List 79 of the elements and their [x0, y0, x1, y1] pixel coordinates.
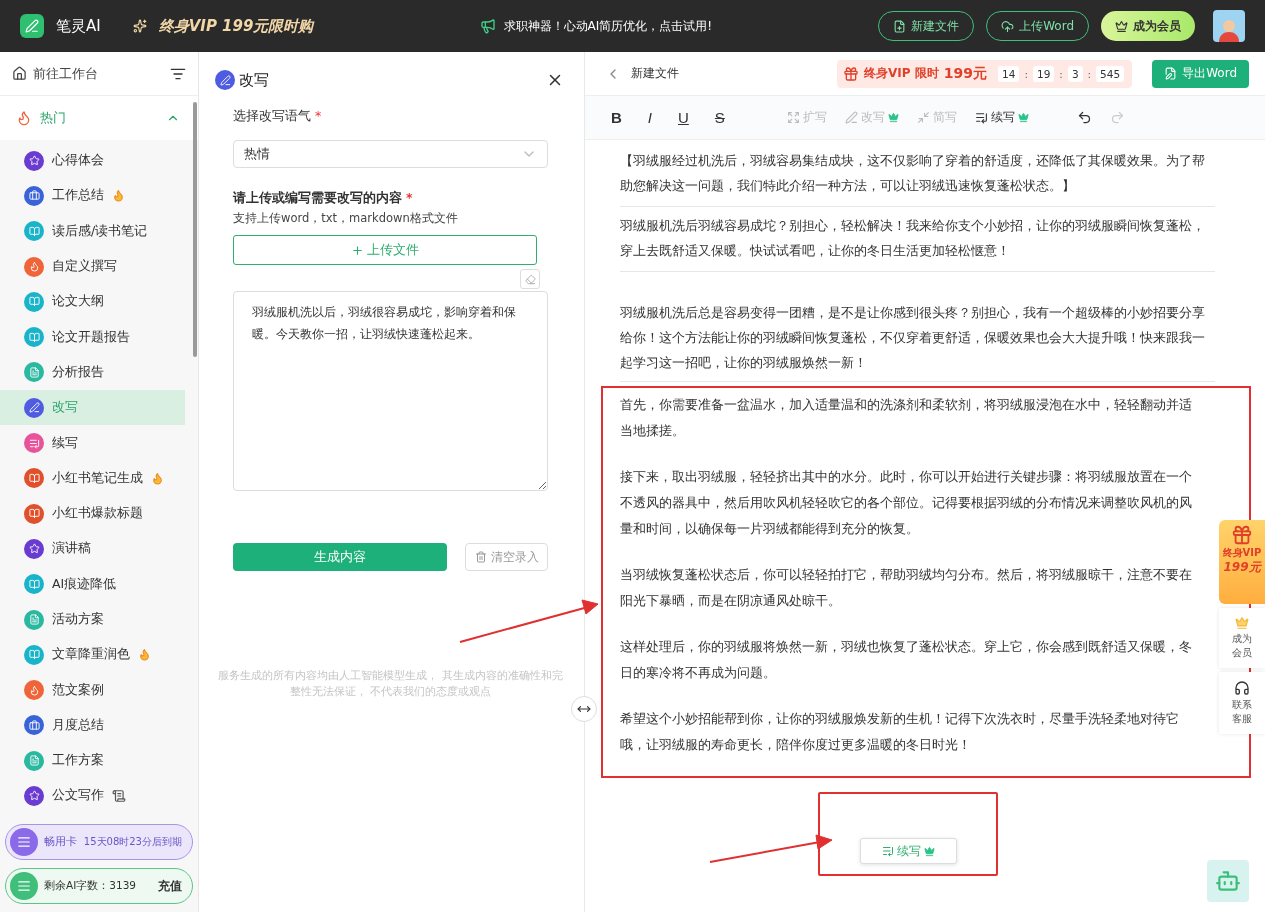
- sidebar-item[interactable]: 工作总结: [0, 178, 185, 214]
- home-icon: [12, 66, 27, 81]
- sidebar-item[interactable]: 文章降重润色: [0, 637, 185, 673]
- undo-button[interactable]: [1076, 110, 1092, 125]
- sidebar-item[interactable]: 续写: [0, 425, 185, 461]
- shrink-icon: [916, 111, 930, 124]
- list-icon: [881, 845, 894, 857]
- field-label: 选择改写语气 *: [233, 108, 323, 125]
- paragraph: 羽绒服机洗后羽绒容易成坨？别担心，轻松解决！我来给你支个小妙招，让你的羽绒服瞬间恢复蓬松，穿上去既舒适又保暖。快试试看吧，让你的冬日生活更加轻松惬意！: [620, 207, 1215, 272]
- crown-icon: [1235, 616, 1249, 630]
- promo-banner[interactable]: 终身VIP 199元限时购: [158, 16, 314, 36]
- sidebar-item[interactable]: 论文大纲: [0, 284, 185, 320]
- notice-link[interactable]: 求职神器！心动AI简历优化，点击试用!: [503, 17, 713, 35]
- membership-button[interactable]: 成为会员: [1101, 11, 1195, 41]
- eraser-icon[interactable]: [520, 269, 540, 289]
- paragraph: 【羽绒服经过机洗后，羽绒容易集结成块，这不仅影响了穿着的舒适度，还降低了其保暖效果。为了帮助您解决这一问题，我们特此介绍一种方法，可以让羽绒迅速恢复蓬松状态。】: [620, 142, 1215, 207]
- sidebar-item[interactable]: 小红书爆款标题: [0, 495, 185, 532]
- paragraph: 羽绒服机洗后总是容易变得一团糟，是不是让你感到很头疼？别担心，我有一个超级棒的小妙招要分享给你！这个方法能让你的羽绒瞬间恢复蓬松，不仅穿着更舒适，保暖效果也会大大提升哦！快来跟我一起学习这一招吧，让你的羽绒服焕然一新！: [620, 272, 1215, 382]
- scrollbar[interactable]: [193, 102, 197, 357]
- cloud-upload-icon: [1001, 19, 1015, 33]
- pen-icon: [844, 111, 858, 124]
- sidebar-item[interactable]: 分析报告: [0, 354, 185, 391]
- resize-handle[interactable]: [571, 696, 597, 722]
- sidebar-item[interactable]: 月度总结: [0, 707, 185, 744]
- format-button[interactable]: B: [607, 109, 626, 126]
- crown-icon: [1115, 19, 1128, 33]
- flame-icon: [16, 110, 32, 126]
- pen-icon: [215, 70, 235, 90]
- file-edit-icon: [1164, 67, 1178, 80]
- paragraph: 当羽绒恢复蓬松状态后，你可以轻轻拍打它，帮助羽绒均匀分布。然后，将羽绒服晾干，注意不要在阳光下暴晒，而是在阴凉通风处晾干。: [620, 566, 1193, 610]
- sidebar-item[interactable]: 范文案例: [0, 672, 185, 708]
- brand-name: 笔灵AI: [56, 16, 101, 36]
- promo-badge[interactable]: 终身VIP 限时 199元 14 : 19 : 3 : 545: [837, 59, 1133, 88]
- headset-icon: [1234, 680, 1250, 696]
- pass-card[interactable]: 畅用卡 15天08时23分后到期: [5, 824, 193, 860]
- sidebar-item[interactable]: AI痕迹降低: [0, 566, 185, 602]
- paragraph: 希望这个小妙招能帮到你，让你的羽绒服焕发新的生机！记得下次洗衣时，尽量手洗轻柔地对待它哦，让羽绒服的寿命更长，陪伴你度过更多温暖的冬日时光！: [620, 710, 1180, 754]
- sidebar-item[interactable]: 小红书笔记生成: [0, 460, 185, 496]
- support-link[interactable]: 联系客服: [1219, 672, 1265, 734]
- paragraph: 首先，你需要准备一盆温水，加入适量温和的洗涤剂和柔软剂，将羽绒服浸泡在水中，轻轻翻动并适当地揉搓。: [620, 396, 1193, 440]
- gift-icon: [1231, 524, 1253, 546]
- plus-icon: [351, 243, 364, 257]
- sidebar-item[interactable]: 演讲稿: [0, 531, 185, 567]
- card-icon: [10, 872, 38, 900]
- megaphone-icon: [479, 18, 496, 34]
- sidebar-item[interactable]: 自定义撰写: [0, 248, 185, 285]
- gift-icon: [843, 65, 860, 82]
- assistant-button[interactable]: [1207, 860, 1249, 902]
- back-link[interactable]: 新建文件: [605, 65, 830, 82]
- format-hint: 支持上传word，txt，markdown格式文件: [233, 211, 459, 226]
- card-icon: [10, 828, 38, 856]
- sidebar-item[interactable]: 活动方案: [0, 601, 185, 638]
- sparkle-icon: [132, 19, 147, 33]
- membership-link[interactable]: 成为会员: [1219, 608, 1265, 668]
- expand-icon: [786, 111, 800, 124]
- paragraph: 这样处理后，你的羽绒服将焕然一新，羽绒也恢复了蓬松状态。穿上它，你会感到既舒适又保暖，冬日的寒冷将不再成为问题。: [620, 638, 1193, 682]
- panel-title: 改写: [239, 70, 270, 90]
- format-button[interactable]: I: [643, 109, 656, 126]
- field-label: 请上传或编写需要改写的内容 *: [233, 190, 414, 207]
- quota-card: 剩余AI字数：3139 充值: [5, 868, 193, 904]
- logo-icon: [20, 14, 44, 38]
- recharge-link[interactable]: 充值: [158, 877, 182, 895]
- avatar[interactable]: [1213, 10, 1245, 42]
- format-button[interactable]: S: [710, 109, 729, 126]
- robot-icon: [1215, 868, 1241, 894]
- sidebar-item[interactable]: 工作方案: [0, 743, 185, 779]
- sidebar-item[interactable]: 读后感/读书笔记: [0, 213, 185, 249]
- tool-button[interactable]: 续写: [974, 109, 1029, 126]
- sidebar-item[interactable]: 心得体会: [0, 143, 185, 179]
- format-button[interactable]: U: [674, 109, 693, 126]
- sidebar-item[interactable]: 论文开题报告: [0, 319, 185, 355]
- list-icon: [974, 111, 988, 124]
- tone-select[interactable]: 热情: [233, 140, 548, 168]
- trash-icon: [474, 551, 487, 563]
- content-field[interactable]: 羽绒服机洗以后，羽绒很容易成坨，影响穿着和保暖。今天教你一招，让羽绒快速蓬松起来。: [233, 291, 548, 491]
- paragraph: 接下来，取出羽绒服，轻轻挤出其中的水分。此时，你可以开始进行关键步骤：将羽绒服放置在一个不透风的器具中，然后用吹风机轻轻吹它的各个部位。记得要根据羽绒的分布情况来调整吹风机的风量和时间，以确保每一片羽绒都能得到充分的恢复。: [620, 468, 1193, 538]
- crown-icon: [923, 845, 935, 857]
- file-plus-icon: [893, 19, 907, 33]
- sidebar-item[interactable]: 公文写作: [0, 778, 185, 814]
